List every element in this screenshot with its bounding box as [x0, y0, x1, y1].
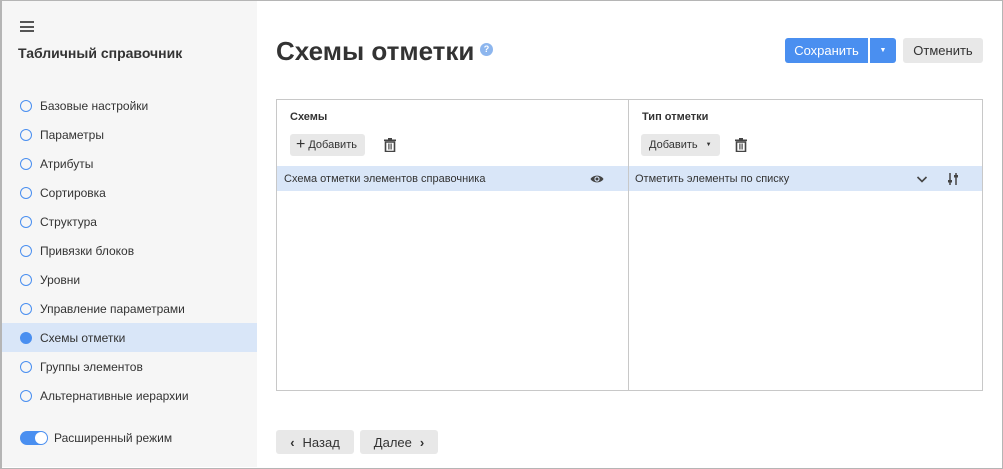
save-options-dropdown[interactable]: ▼ — [870, 38, 896, 63]
sidebar-item-attributes[interactable]: Атрибуты — [2, 149, 257, 178]
chevron-left-icon: ‹ — [290, 434, 295, 450]
add-scheme-button[interactable]: + Добавить — [290, 134, 365, 156]
sidebar-item-label: Структура — [40, 214, 97, 229]
cancel-button[interactable]: Отменить — [903, 38, 983, 63]
sidebar-item-label: Управление параметрами — [40, 301, 185, 316]
sidebar-item-basic-settings[interactable]: Базовые настройки — [2, 91, 257, 120]
sidebar-item-sorting[interactable]: Сортировка — [2, 178, 257, 207]
sidebar-item-label: Параметры — [40, 127, 104, 142]
sidebar-item-label: Альтернативные иерархии — [40, 388, 189, 403]
trash-icon[interactable] — [384, 138, 396, 152]
hamburger-menu-icon[interactable] — [20, 21, 34, 32]
sidebar-item-label: Группы элементов — [40, 359, 143, 374]
radio-icon — [20, 273, 32, 286]
sidebar-item-parameter-management[interactable]: Управление параметрами — [2, 294, 257, 323]
radio-icon — [20, 186, 32, 199]
sidebar-item-mark-schemes[interactable]: Схемы отметки — [2, 323, 257, 352]
add-mark-type-dropdown[interactable]: Добавить ▼ — [641, 134, 720, 156]
radio-icon — [20, 360, 32, 373]
back-label: Назад — [302, 434, 340, 450]
radio-icon — [20, 99, 32, 112]
add-label: Добавить — [308, 139, 357, 151]
sidebar-item-label: Схемы отметки — [40, 330, 126, 345]
chevron-right-icon: › — [419, 434, 425, 450]
mark-type-name: Отметить элементы по списку — [635, 172, 790, 185]
save-button[interactable]: Сохранить — [785, 38, 868, 63]
sidebar-item-label: Базовые настройки — [40, 98, 149, 113]
sidebar-item-element-groups[interactable]: Группы элементов — [2, 352, 257, 381]
mark-type-title: Тип отметки — [642, 111, 709, 123]
plus-icon: + — [296, 136, 306, 153]
advanced-mode-label: Расширенный режим — [54, 431, 173, 445]
mark-schemes-panel: Схемы + Добавить Схема отметки элементов … — [276, 99, 983, 391]
radio-checked-icon — [20, 331, 32, 344]
back-button[interactable]: ‹ Назад — [276, 430, 354, 454]
radio-icon — [20, 215, 32, 228]
next-button[interactable]: Далее › — [360, 430, 438, 454]
radio-icon — [20, 244, 32, 257]
radio-icon — [20, 128, 32, 141]
sidebar-item-label: Привязки блоков — [40, 243, 135, 258]
radio-icon — [20, 157, 32, 170]
sidebar-item-block-bindings[interactable]: Привязки блоков — [2, 236, 257, 265]
sidebar-item-label: Уровни — [40, 272, 81, 287]
scheme-name: Схема отметки элементов справочника — [284, 172, 486, 185]
add-label: Добавить — [649, 139, 698, 151]
trash-icon[interactable] — [735, 138, 747, 152]
mark-type-row[interactable]: Отметить элементы по списку — [629, 166, 982, 191]
schemes-column: Схемы + Добавить Схема отметки элементов … — [277, 100, 629, 390]
sidebar-item-label: Атрибуты — [40, 156, 94, 171]
sidebar-item-label: Сортировка — [40, 185, 106, 200]
sidebar-item-alt-hierarchies[interactable]: Альтернативные иерархии — [2, 381, 257, 410]
radio-icon — [20, 302, 32, 315]
sidebar-item-parameters[interactable]: Параметры — [2, 120, 257, 149]
sidebar: Табличный справочник Базовые настройки П… — [2, 1, 257, 467]
caret-down-icon: ▼ — [879, 47, 887, 54]
help-icon[interactable]: ? — [480, 43, 493, 56]
advanced-mode-toggle[interactable] — [20, 431, 48, 445]
app-title: Табличный справочник — [18, 45, 183, 61]
next-label: Далее — [373, 434, 412, 450]
chevron-down-icon[interactable] — [915, 172, 929, 186]
mark-type-column: Тип отметки Добавить ▼ Отметить элементы … — [629, 100, 982, 390]
radio-icon — [20, 389, 32, 402]
settings-sliders-icon[interactable] — [946, 172, 960, 186]
eye-icon[interactable] — [590, 172, 604, 186]
page-title: Схемы отметки — [276, 36, 475, 66]
sidebar-item-structure[interactable]: Структура — [2, 207, 257, 236]
scheme-row[interactable]: Схема отметки элементов справочника — [277, 166, 628, 191]
advanced-mode-row: Расширенный режим — [20, 431, 172, 445]
schemes-title: Схемы — [290, 111, 328, 123]
caret-down-icon: ▼ — [705, 142, 712, 148]
sidebar-nav: Базовые настройки Параметры Атрибуты Сор… — [2, 91, 257, 410]
sidebar-item-levels[interactable]: Уровни — [2, 265, 257, 294]
